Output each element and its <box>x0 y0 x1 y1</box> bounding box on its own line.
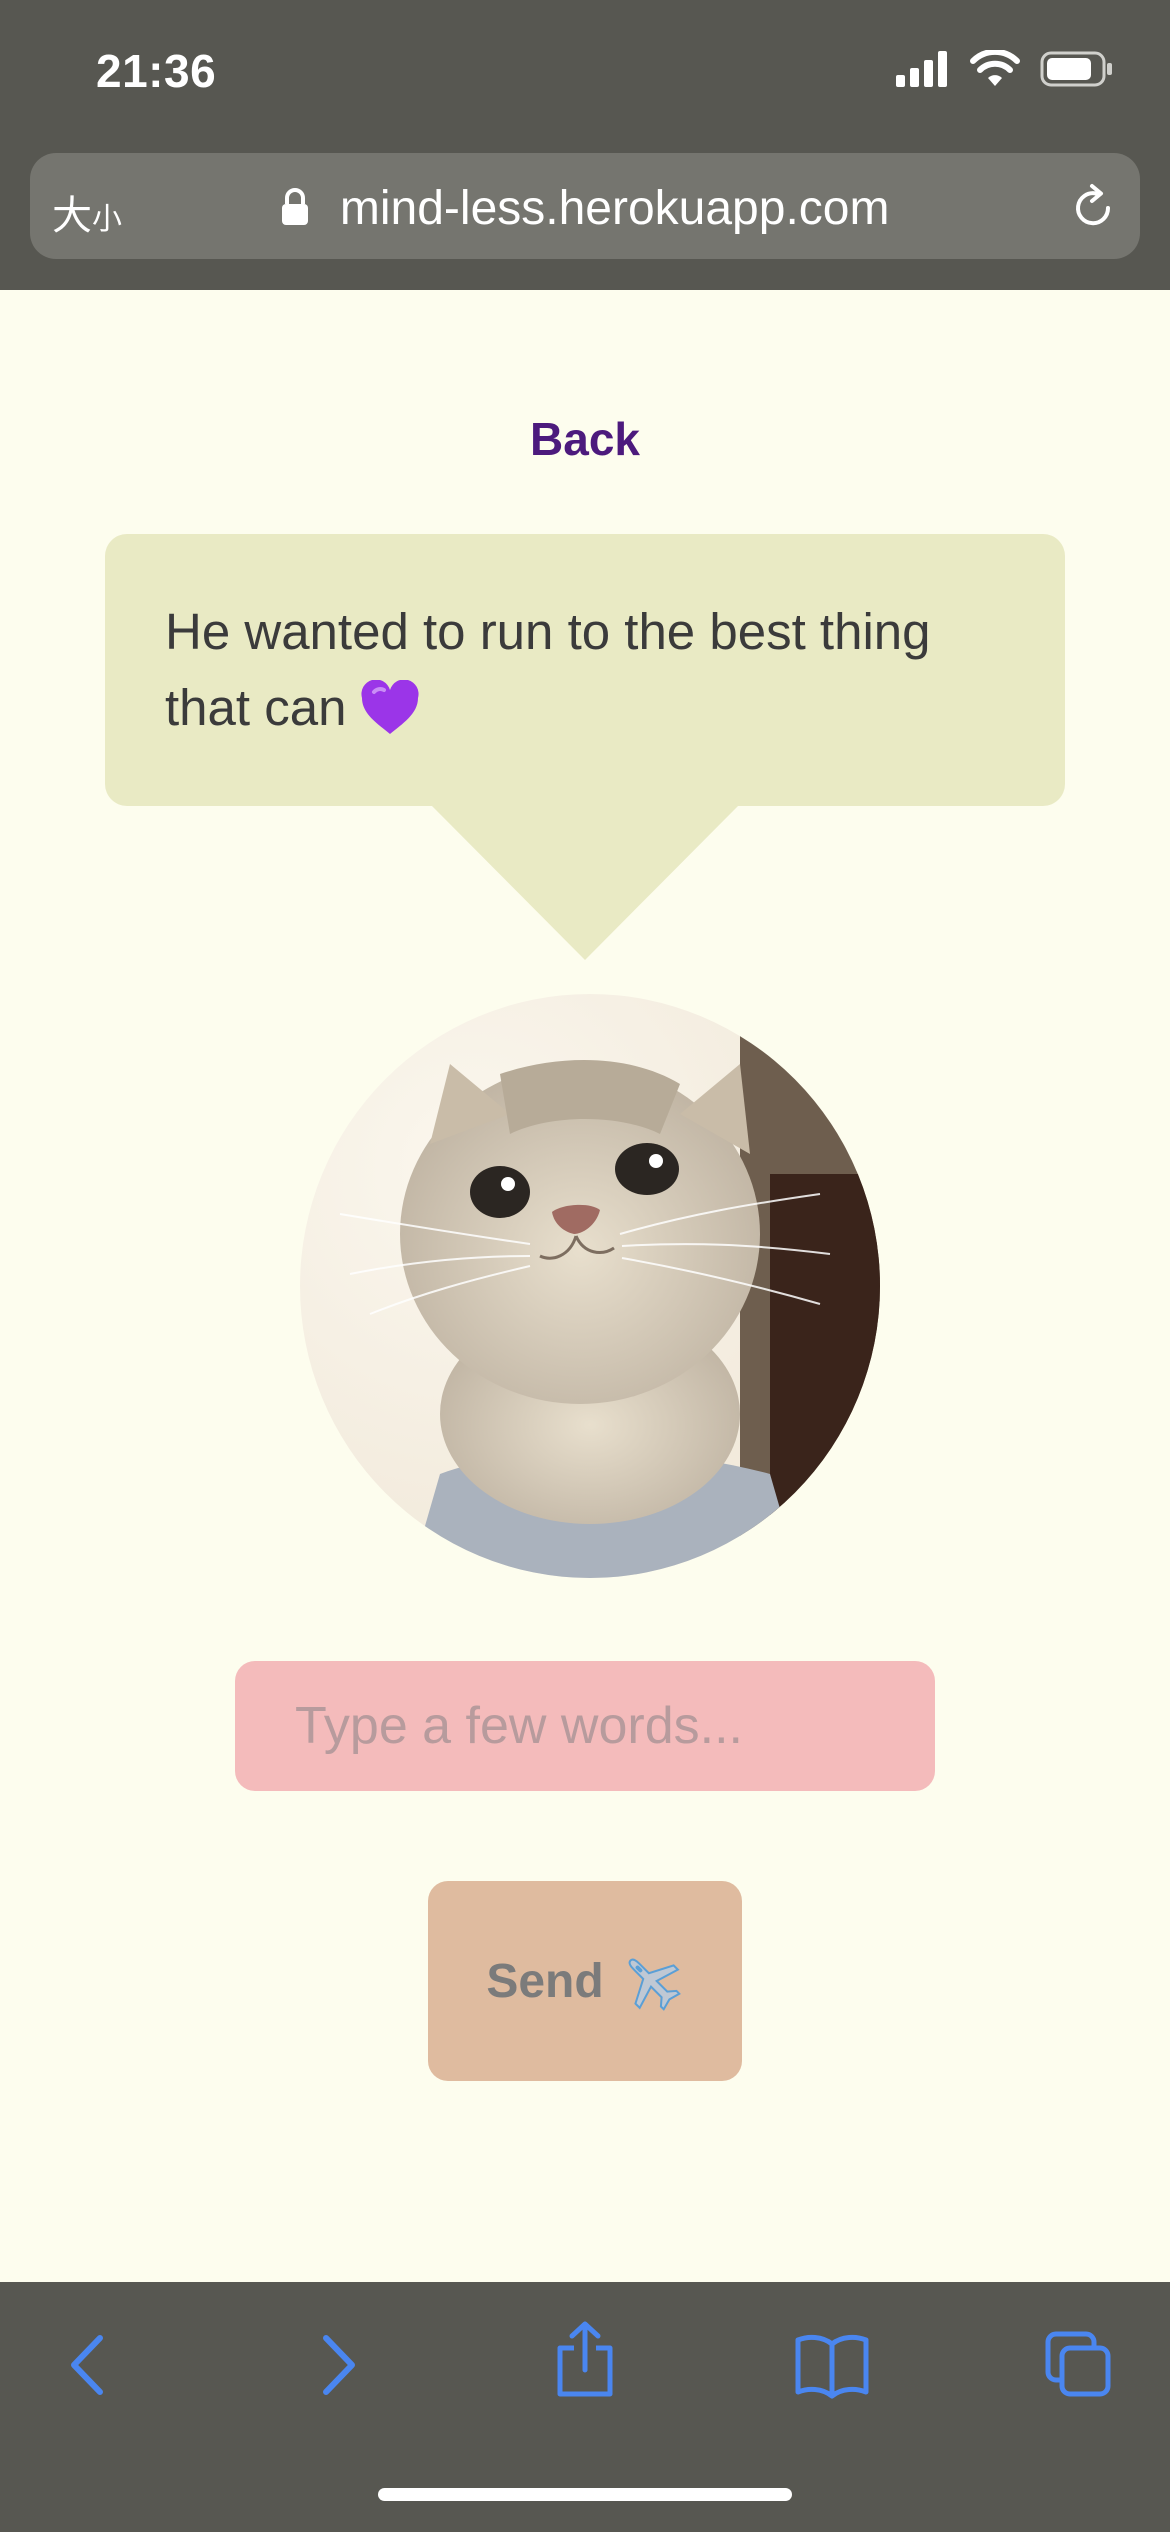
airplane-icon <box>628 1958 681 2011</box>
speech-bubble-tail <box>430 804 740 960</box>
battery-icon <box>1040 51 1112 87</box>
back-link[interactable]: Back <box>0 412 1170 466</box>
address-bar[interactable]: 大小 mind-less.herokuapp.com <box>30 153 1140 259</box>
browser-address-area: 大小 mind-less.herokuapp.com <box>0 150 1170 290</box>
signal-icon <box>896 51 947 87</box>
purple-heart-icon <box>361 679 419 734</box>
home-indicator <box>378 2488 792 2501</box>
status-icons <box>896 50 1114 88</box>
url-display[interactable]: mind-less.herokuapp.com <box>30 181 1140 236</box>
speech-bubble: He wanted to run to the best thing that … <box>105 534 1065 806</box>
status-time: 21:36 <box>96 45 217 97</box>
back-arrow-icon[interactable] <box>62 2330 112 2400</box>
share-icon[interactable] <box>550 2320 620 2400</box>
bookmarks-icon[interactable] <box>794 2330 870 2400</box>
reload-icon[interactable] <box>1068 183 1118 233</box>
bubble-text: He wanted to run to the best thing that … <box>165 603 931 736</box>
cat-photo <box>300 994 880 1578</box>
status-bar: 21:36 <box>0 0 1170 150</box>
browser-toolbar <box>0 2282 1170 2532</box>
url-text: mind-less.herokuapp.com <box>339 182 890 235</box>
wifi-icon <box>970 50 1020 86</box>
send-label: Send <box>486 1954 604 2008</box>
forward-arrow-icon[interactable] <box>314 2330 364 2400</box>
send-button[interactable]: Send <box>428 1881 742 2081</box>
lock-icon <box>281 188 308 226</box>
tabs-icon[interactable] <box>1044 2330 1114 2400</box>
message-input[interactable] <box>235 1661 935 1791</box>
